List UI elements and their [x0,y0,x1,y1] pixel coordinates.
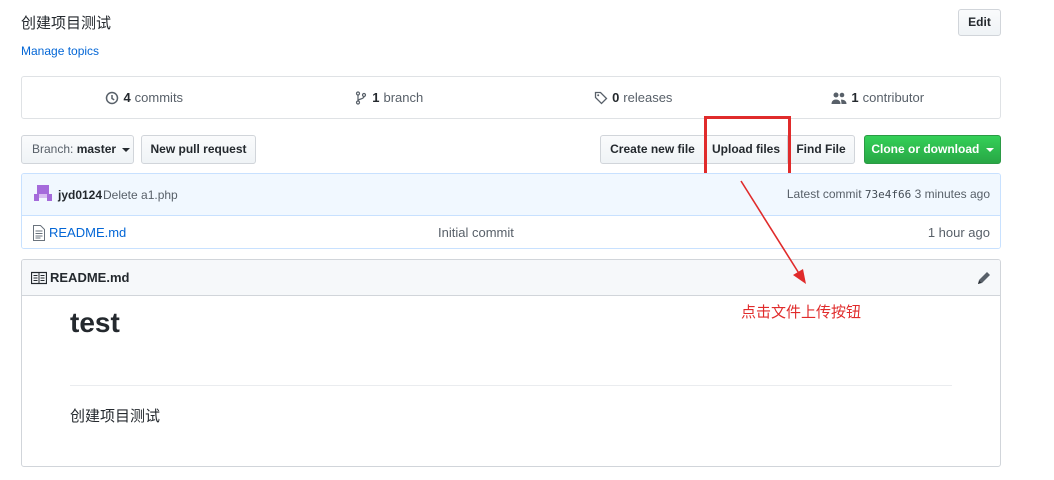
people-icon [831,92,847,104]
branch-name: master [76,142,117,156]
book-icon [31,271,47,285]
clone-or-download-button[interactable]: Clone or download [864,135,1001,164]
new-pull-request-button[interactable]: New pull request [141,135,256,164]
git-branch-icon [356,90,367,105]
avatar[interactable] [34,184,52,202]
commits-count: 4 [123,90,131,105]
divider [70,385,952,386]
commit-sha-link[interactable]: 73e4f66 [865,188,911,201]
commit-message-link[interactable]: Delete a1.php [103,188,178,202]
edit-button[interactable]: Edit [958,9,1001,36]
readme-panel: README.md test 创建项目测试 [21,259,1001,467]
releases-count: 0 [612,90,620,105]
file-name-link[interactable]: README.md [49,225,126,240]
contributors-link[interactable]: 1 contributor [756,77,1001,118]
commit-author-link[interactable]: jyd0124 [58,188,102,202]
branch-label: branch [383,90,424,105]
file-commit-message-link[interactable]: Initial commit [438,225,514,240]
caret-down-icon [985,147,994,152]
annotation-highlight-box [704,116,791,176]
branch-count: 1 [372,90,380,105]
find-file-button[interactable]: Find File [788,135,855,164]
branch-prefix: Branch: [32,142,74,156]
branches-link[interactable]: 1 branch [267,77,512,118]
caret-down-icon [122,147,131,152]
contributor-label: contributor [862,90,925,105]
releases-label: releases [623,90,673,105]
table-row: README.md Initial commit 1 hour ago [22,216,1000,248]
contributor-count: 1 [851,90,859,105]
releases-link[interactable]: 0 releases [511,77,756,118]
file-text-icon [33,225,45,241]
repo-description: 创建项目测试 [21,15,112,32]
latest-commit-label: Latest commit [786,187,862,201]
branch-select-button[interactable]: Branch: master [21,135,134,164]
file-navigation: jyd0124 Delete a1.php Latest commit 73e4… [21,173,1001,249]
readme-title: README.md [50,270,130,285]
annotation-text: 点击文件上传按钮 [741,304,862,321]
history-icon [106,91,119,104]
repo-numbers-summary: 4 commits 1 branch 0 releases 1 contribu… [21,76,1001,119]
file-age: 1 hour ago [927,225,990,240]
create-new-file-button[interactable]: Create new file [600,135,705,164]
commits-label: commits [134,90,184,105]
pencil-icon[interactable] [976,270,992,286]
tag-icon [594,91,608,104]
clone-label: Clone or download [871,142,980,156]
commits-link[interactable]: 4 commits [22,77,267,118]
latest-commit-bar: jyd0124 Delete a1.php Latest commit 73e4… [22,174,1000,216]
latest-commit-info: Latest commit 73e4f66 3 minutes ago [787,187,990,201]
manage-topics-link[interactable]: Manage topics [21,44,99,58]
readme-header: README.md [22,260,1000,296]
readme-heading: test [70,307,120,338]
commit-age: 3 minutes ago [914,187,990,201]
readme-body: 创建项目测试 [70,408,161,425]
